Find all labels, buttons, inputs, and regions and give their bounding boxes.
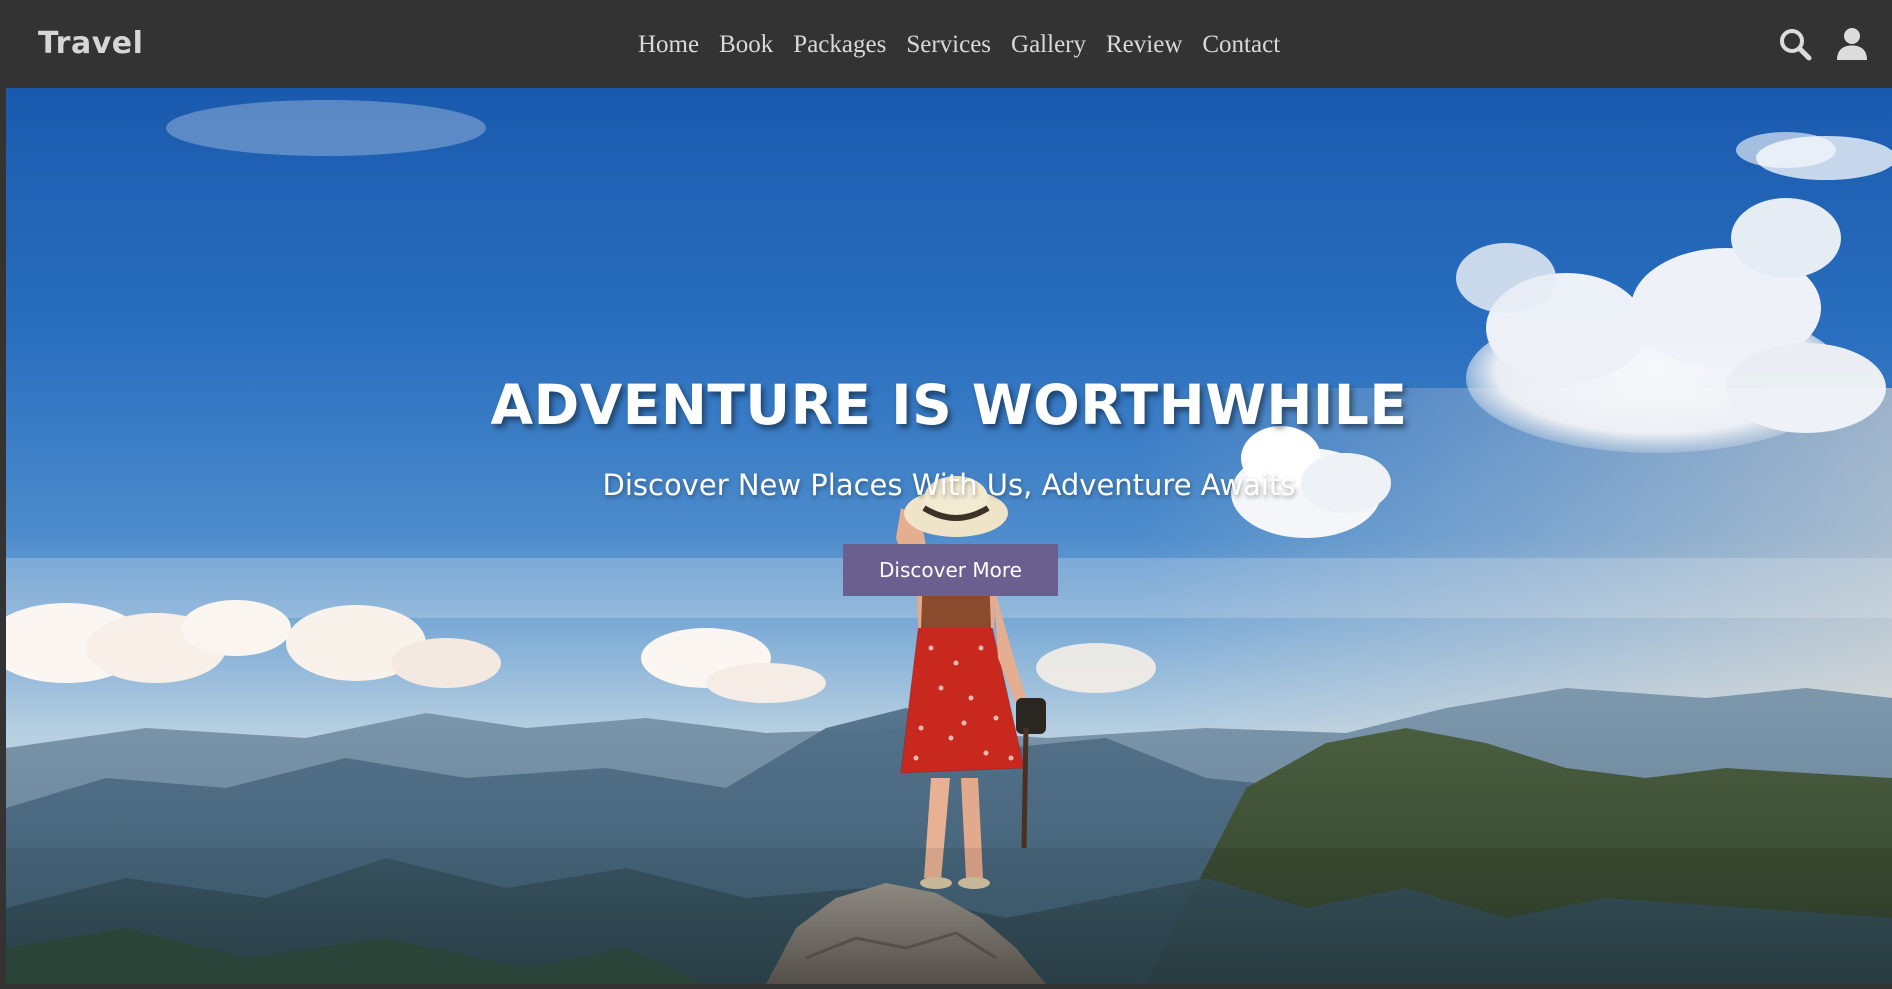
page: Travel Home Book Packages Services Galle…: [0, 0, 1892, 989]
page-bottom-border: [0, 984, 1892, 989]
discover-more-button[interactable]: Discover More: [843, 544, 1058, 596]
nav-link-contact[interactable]: Contact: [1194, 24, 1288, 66]
nav-menu: Home Book Packages Services Gallery Revi…: [630, 24, 1288, 66]
hero-title: ADVENTURE IS WORTHWHILE: [490, 373, 1408, 437]
brand-logo[interactable]: Travel: [38, 22, 143, 66]
hero-section: ADVENTURE IS WORTHWHILE Discover New Pla…: [6, 88, 1892, 984]
hero-subtitle: Discover New Places With Us, Adventure A…: [602, 468, 1296, 502]
user-icon: [1837, 28, 1867, 60]
nav-link-services[interactable]: Services: [898, 24, 999, 66]
hero-content: ADVENTURE IS WORTHWHILE Discover New Pla…: [6, 88, 1892, 984]
nav-link-home[interactable]: Home: [630, 24, 707, 66]
nav-link-gallery[interactable]: Gallery: [1003, 24, 1094, 66]
nav-link-review[interactable]: Review: [1098, 24, 1190, 66]
search-button[interactable]: [1777, 26, 1813, 62]
user-button[interactable]: [1834, 26, 1870, 62]
nav-link-packages[interactable]: Packages: [785, 24, 894, 66]
navbar: Travel Home Book Packages Services Galle…: [0, 0, 1892, 88]
search-icon: [1780, 29, 1812, 61]
nav-link-book[interactable]: Book: [711, 24, 781, 66]
